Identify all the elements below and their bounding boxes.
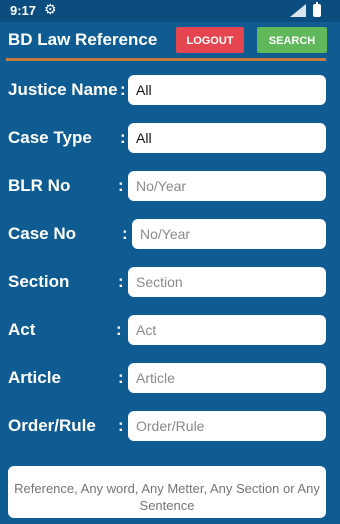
act-input[interactable] — [128, 315, 326, 345]
battery-icon — [313, 2, 321, 17]
case-type-input[interactable] — [128, 123, 326, 153]
search-button[interactable]: SEARCH — [257, 27, 327, 53]
field-row-justice-name: Justice Name : — [0, 74, 340, 106]
header-divider — [6, 58, 326, 61]
field-row-act: Act : — [0, 314, 340, 346]
field-row-order-rule: Order/Rule : — [0, 410, 340, 442]
logout-button[interactable]: LOGOUT — [176, 27, 244, 53]
case-type-colon: : — [120, 128, 126, 147]
act-label: Act — [8, 320, 36, 339]
blr-no-input[interactable] — [128, 171, 326, 201]
article-input[interactable] — [128, 363, 326, 393]
section-input[interactable] — [128, 267, 326, 297]
gear-icon: ⚙ — [44, 1, 57, 17]
article-label: Article — [8, 368, 61, 387]
order-rule-input[interactable] — [128, 411, 326, 441]
signal-icon — [290, 4, 306, 17]
case-no-colon: : — [122, 224, 128, 243]
section-label: Section — [8, 272, 70, 291]
order-rule-label: Order/Rule — [8, 416, 96, 435]
status-time: 9:17 — [10, 3, 37, 18]
blr-no-colon: : — [118, 176, 124, 195]
order-rule-colon: : — [118, 416, 124, 435]
status-bar: 9:17 ⚙ — [0, 0, 340, 22]
app-title: BD Law Reference — [8, 30, 158, 49]
justice-name-input[interactable] — [128, 75, 326, 105]
section-colon: : — [118, 272, 124, 291]
case-no-label: Case No — [8, 224, 77, 243]
article-colon: : — [118, 368, 124, 387]
justice-name-colon: : — [120, 80, 126, 99]
justice-name-label: Justice Name — [8, 80, 118, 99]
field-row-section: Section : — [0, 266, 340, 298]
act-colon: : — [116, 320, 122, 339]
field-row-article: Article : — [0, 362, 340, 394]
case-no-input[interactable] — [132, 219, 326, 249]
field-row-case-type: Case Type : — [0, 122, 340, 154]
field-row-case-no: Case No : — [0, 218, 340, 250]
reference-search-input[interactable] — [8, 466, 326, 518]
app-header: BD Law Reference LOGOUT SEARCH — [0, 22, 340, 58]
case-type-label: Case Type — [8, 128, 92, 147]
blr-no-label: BLR No — [8, 176, 71, 195]
field-row-blr-no: BLR No : — [0, 170, 340, 202]
